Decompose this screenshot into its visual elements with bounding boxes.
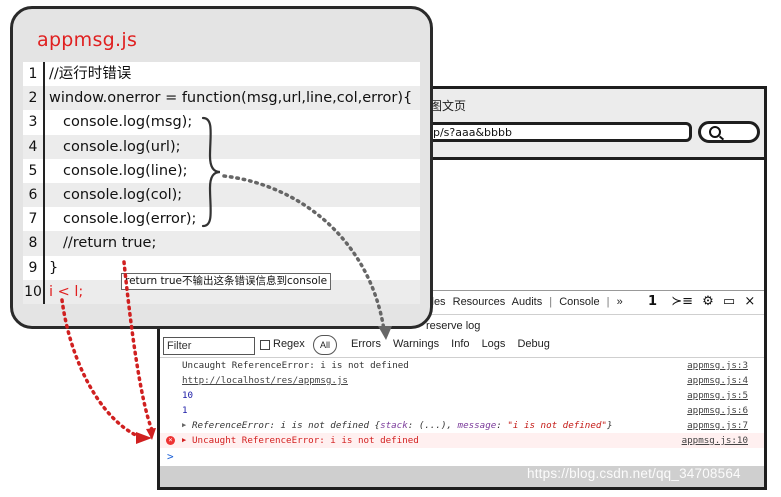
console-log-row: ▶ ReferenceError: i is not defined {stac… bbox=[160, 418, 764, 433]
watermark: https://blog.csdn.net/qq_34708564 bbox=[527, 466, 741, 481]
error-count: 1 bbox=[648, 294, 658, 309]
log-source-link[interactable]: appmsg.js:6 bbox=[687, 403, 748, 418]
filter-input[interactable]: Filter bbox=[163, 337, 255, 355]
devtools-icons: 1 ≻≡ ⚙ ▭ × bbox=[648, 294, 760, 309]
line-number: 3 bbox=[23, 110, 45, 135]
level-logs[interactable]: Logs bbox=[482, 338, 506, 350]
line-number: 7 bbox=[23, 207, 45, 232]
close-icon[interactable]: × bbox=[744, 294, 755, 309]
browser-tab-title[interactable]: 图文页 bbox=[430, 97, 466, 114]
level-warnings[interactable]: Warnings bbox=[393, 338, 439, 350]
console-drawer-icon[interactable]: ≻≡ bbox=[671, 294, 693, 309]
line-number: 9 bbox=[23, 255, 45, 280]
search-button[interactable] bbox=[698, 121, 760, 143]
file-title: appmsg.js bbox=[37, 29, 138, 51]
code-line: 2 window.onerror = function(msg,url,line… bbox=[23, 86, 420, 111]
console-log-row: Uncaught ReferenceError: i is not define… bbox=[160, 358, 764, 373]
log-source-link[interactable]: appmsg.js:10 bbox=[682, 433, 748, 448]
code-text: console.log(col); bbox=[63, 186, 183, 203]
level-filters: Errors Warnings Info Logs Debug bbox=[351, 338, 559, 350]
code-text: //return true; bbox=[63, 235, 157, 252]
search-icon bbox=[709, 126, 721, 138]
log-source-link[interactable]: appmsg.js:7 bbox=[687, 418, 748, 433]
code-text: console.log(error); bbox=[63, 211, 197, 228]
tab-resources[interactable]: Resources bbox=[453, 296, 506, 308]
line-number: 1 bbox=[23, 62, 45, 87]
line-number: 10 bbox=[23, 279, 45, 304]
devtools-tabs: files Resources Audits | Console | » bbox=[426, 296, 627, 308]
log-source-link[interactable]: appmsg.js:5 bbox=[687, 388, 748, 403]
address-bar[interactable]: np/s?aaa&bbbb bbox=[410, 122, 692, 142]
settings-gear-icon[interactable]: ⚙ bbox=[702, 294, 714, 309]
dock-icon[interactable]: ▭ bbox=[723, 294, 735, 309]
code-text: } bbox=[49, 259, 59, 276]
console-log-row: 1 appmsg.js:6 bbox=[160, 403, 764, 418]
console-error-row: × ▶ Uncaught ReferenceError: i is not de… bbox=[160, 433, 764, 448]
code-text: window.onerror = function(msg,url,line,c… bbox=[49, 90, 413, 107]
log-message: Uncaught ReferenceError: i is not define… bbox=[182, 360, 409, 371]
code-line: 8 //return true; bbox=[23, 231, 420, 256]
log-object-message-key: message bbox=[457, 420, 497, 431]
log-source-link[interactable]: appmsg.js:3 bbox=[687, 358, 748, 373]
tab-console[interactable]: Console bbox=[559, 296, 599, 308]
log-url-link[interactable]: http://localhost/res/appmsg.js bbox=[182, 373, 348, 388]
console-prompt-icon[interactable]: > bbox=[167, 450, 174, 463]
curly-brace bbox=[201, 116, 221, 228]
error-count-icon[interactable]: 1 bbox=[648, 294, 662, 309]
log-number: 1 bbox=[182, 405, 188, 416]
code-text: console.log(line); bbox=[63, 162, 188, 179]
console-log-row: http://localhost/res/appmsg.js appmsg.js… bbox=[160, 373, 764, 388]
tooltip-note: return true不输出这条错误信息到console bbox=[121, 273, 332, 290]
code-text: console.log(url); bbox=[63, 138, 181, 155]
line-number: 5 bbox=[23, 158, 45, 183]
red-arrowhead-icon bbox=[136, 432, 152, 444]
regex-checkbox[interactable] bbox=[260, 340, 270, 350]
preserve-log-label[interactable]: reserve log bbox=[426, 320, 480, 332]
line-number: 6 bbox=[23, 182, 45, 208]
expand-triangle-icon[interactable]: ▶ bbox=[182, 433, 186, 448]
code-text: console.log(msg); bbox=[63, 114, 193, 131]
expand-triangle-icon[interactable]: ▶ bbox=[182, 418, 186, 433]
log-object-message[interactable]: ReferenceError: i is not defined {stack:… bbox=[192, 418, 612, 433]
log-object-stack-value: : (...), bbox=[407, 420, 458, 431]
regex-label: Regex bbox=[273, 338, 305, 350]
log-object-prefix: ReferenceError: i is not defined { bbox=[192, 420, 381, 431]
level-info[interactable]: Info bbox=[451, 338, 469, 350]
code-line: 1 //运行时错误 bbox=[23, 62, 420, 87]
code-text: //运行时错误 bbox=[49, 66, 132, 82]
level-errors[interactable]: Errors bbox=[351, 338, 381, 350]
level-debug[interactable]: Debug bbox=[517, 338, 549, 350]
line-number: 8 bbox=[23, 231, 45, 256]
red-arrowhead-icon-2 bbox=[146, 428, 156, 440]
error-message[interactable]: Uncaught ReferenceError: i is not define… bbox=[192, 433, 419, 448]
log-number: 10 bbox=[182, 390, 194, 401]
tab-separator: | bbox=[549, 296, 553, 308]
console-log-row: 10 appmsg.js:5 bbox=[160, 388, 764, 403]
tab-audits[interactable]: Audits bbox=[512, 296, 543, 308]
tab-separator-2: | bbox=[606, 296, 610, 308]
more-tabs-chevron-icon[interactable]: » bbox=[617, 296, 623, 308]
log-object-stack-key: stack bbox=[380, 420, 408, 431]
log-object-message-sep: : bbox=[496, 420, 508, 431]
log-source-link[interactable]: appmsg.js:4 bbox=[687, 373, 748, 388]
log-object-message-value: "i is not defined" bbox=[507, 420, 607, 431]
log-object-suffix: } bbox=[606, 420, 613, 431]
all-levels-toggle[interactable]: All bbox=[313, 335, 337, 355]
code-text: i < l; bbox=[49, 283, 84, 300]
line-number: 2 bbox=[23, 86, 45, 111]
line-number: 4 bbox=[23, 134, 45, 159]
error-icon: × bbox=[166, 436, 175, 445]
